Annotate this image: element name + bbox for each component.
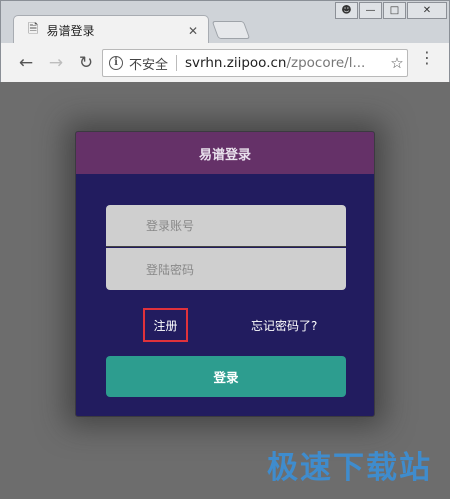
tab-strip: 🗎 易谱登录 ✕ bbox=[1, 1, 449, 45]
url-host: svrhn.ziipoo.cn bbox=[185, 55, 287, 71]
forgot-password-link[interactable]: 忘记密码了? bbox=[251, 317, 317, 334]
watermark-logo: 极速下载站 bbox=[267, 450, 432, 486]
page-icon: 🗎 bbox=[28, 21, 39, 37]
browser-tab[interactable]: 🗎 易谱登录 ✕ bbox=[13, 15, 209, 45]
info-icon[interactable]: i bbox=[109, 56, 123, 70]
url-path: /zpocore/l... bbox=[286, 55, 366, 71]
divider bbox=[176, 55, 178, 71]
forward-arrow-icon[interactable]: → bbox=[45, 52, 67, 74]
bookmark-star-icon[interactable]: ☆ bbox=[387, 54, 407, 72]
browser-toolbar: ← → ↻ i 不安全 svrhn.ziipoo.cn/zpocore/l...… bbox=[1, 43, 449, 83]
login-button[interactable]: 登录 bbox=[106, 356, 346, 397]
new-tab-button[interactable] bbox=[211, 21, 251, 39]
password-field[interactable]: 登陆密码 bbox=[106, 248, 346, 290]
kebab-menu-icon[interactable]: ⋮ bbox=[419, 50, 435, 66]
tab-title: 易谱登录 bbox=[46, 24, 95, 38]
security-label: 不安全 bbox=[129, 57, 169, 73]
back-arrow-icon[interactable]: ← bbox=[15, 52, 37, 74]
username-placeholder: 登录账号 bbox=[146, 219, 195, 233]
browser-chrome: ☻ — □ ✕ 🗎 易谱登录 ✕ ← → ↻ i 不安全 svrhn.ziipo… bbox=[0, 0, 450, 83]
username-field[interactable]: 登录账号 bbox=[106, 205, 346, 247]
link-row: 注册 忘记密码了? bbox=[76, 308, 374, 342]
reload-icon[interactable]: ↻ bbox=[75, 52, 97, 74]
url-text[interactable]: svrhn.ziipoo.cn/zpocore/l... bbox=[185, 55, 387, 71]
login-card-title: 易谱登录 bbox=[76, 132, 374, 174]
close-tab-icon[interactable]: ✕ bbox=[188, 24, 198, 38]
register-link[interactable]: 注册 bbox=[143, 308, 188, 342]
login-card: 易谱登录 登录账号 登陆密码 注册 忘记密码了? 登录 bbox=[75, 131, 375, 417]
password-placeholder: 登陆密码 bbox=[146, 262, 195, 277]
address-bar[interactable]: i 不安全 svrhn.ziipoo.cn/zpocore/l... ☆ bbox=[102, 49, 408, 77]
